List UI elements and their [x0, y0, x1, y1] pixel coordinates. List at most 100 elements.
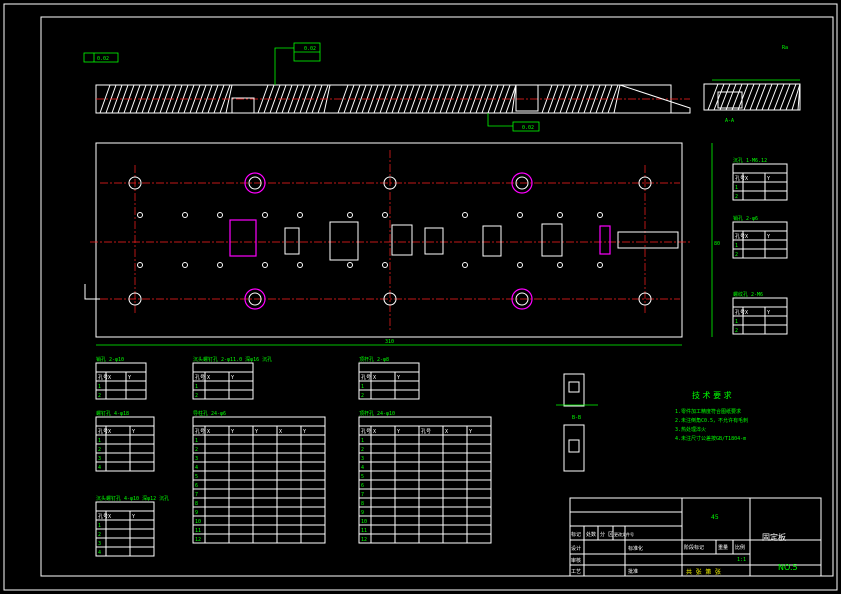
hatch-line [785, 83, 797, 111]
table-title: 沉头螺钉孔 4-φ10 深φ12 沉孔 [96, 495, 169, 502]
hatch-line [749, 83, 761, 111]
hatch-line [761, 83, 773, 111]
table-header: X [445, 429, 448, 435]
tb-scale: 1:1 [737, 557, 746, 563]
tb-row-review: 审核 [571, 557, 581, 564]
tb-header-1: 标记 [571, 531, 581, 538]
pin-hole-bottom [182, 262, 188, 268]
table-header: Y [469, 429, 472, 435]
table-title: 顶杆孔 24-φ10 [359, 410, 395, 417]
table-header: 孔号 [98, 374, 108, 381]
drawing-frame [40, 16, 834, 577]
table-cell: 3 [98, 456, 101, 462]
table-header: X [108, 429, 111, 435]
tb-sheet-info: 共 张 第 张 [686, 568, 721, 576]
pin-hole-top [182, 212, 188, 218]
table-header: Y [767, 310, 770, 316]
table-title: 螺纹孔 2-M6 [733, 291, 763, 298]
table-header: Y [303, 429, 306, 435]
tb-row-design: 设计 [571, 545, 581, 552]
table-cell: 1 [361, 438, 364, 444]
drawing-svg: 0.02 0.02 0.02 Ra A-A 310 80 B-B 技 术 要 求… [3, 3, 838, 591]
gdt-group: 0.02 0.02 0.02 Ra A-A [83, 42, 788, 132]
table-header: X [745, 176, 748, 182]
cad-drawing-canvas: 0.02 0.02 0.02 Ra A-A 310 80 B-B 技 术 要 求… [0, 0, 841, 594]
table-header: Y [132, 514, 135, 520]
pin-hole-bottom [382, 262, 388, 268]
roughness-label: Ra [782, 45, 788, 51]
tb-header-4: 更改文件号 [614, 531, 634, 537]
cavity-pocket [424, 227, 444, 255]
table-cell: 2 [98, 393, 101, 399]
pin-hole-top [347, 212, 353, 218]
section-bb-groove [568, 381, 580, 393]
table-cell: 11 [361, 528, 367, 534]
table-cell: 2 [361, 393, 364, 399]
table-cell: 2 [735, 252, 738, 258]
pin-hole-top [462, 212, 468, 218]
table-cell: 1 [98, 523, 101, 529]
table-header: Y [397, 375, 400, 381]
table-cell: 1 [361, 384, 364, 390]
table-cell: 1 [98, 384, 101, 390]
cavity-pocket [391, 224, 413, 256]
hatch-line [725, 83, 737, 111]
tb-drawing-no: NO.5 [778, 563, 798, 572]
hatch-line [731, 83, 743, 111]
section-hatch [99, 83, 801, 114]
table-cell: 1 [195, 384, 198, 390]
tb-right-header-1: 阶段标记 [684, 544, 704, 551]
table-header: X [373, 375, 376, 381]
table-header: Y [231, 429, 234, 435]
table-title: 螺钉孔 4-φ18 [96, 410, 129, 417]
hatch-line [707, 83, 719, 111]
tech-requirements: 技 术 要 求 1.零件加工精度符合图纸要求 2.未注倒角C0.5，不允许有毛刺… [675, 390, 748, 442]
table-cell: 4 [195, 465, 198, 471]
perp-leader [487, 113, 513, 127]
hatch-line [713, 83, 725, 111]
table-cell: 4 [98, 550, 101, 556]
cavity-pocket [482, 225, 502, 257]
cavity-pocket [229, 219, 257, 257]
table-header: X [745, 234, 748, 240]
parallel-leader [274, 47, 294, 85]
table-cell: 10 [195, 519, 201, 525]
pin-hole-bottom [297, 262, 303, 268]
table-title: 沉孔 1-M6.12 [733, 157, 767, 164]
section-bb-lower [563, 424, 585, 472]
table-header: 孔号 [735, 175, 745, 182]
table-cell: 2 [735, 328, 738, 334]
pin-hole-bottom [517, 262, 523, 268]
table-cell: 2 [98, 447, 101, 453]
section-bb-view: B-B [556, 373, 598, 472]
title-block: 标记 处数 分 区 更改文件号 设计 审核 工艺 标准化 批准 45 阶段标记 … [569, 497, 822, 577]
section-aa-label: A-A [725, 118, 734, 124]
tech-req-line-2: 2.未注倒角C0.5，不允许有毛刺 [675, 417, 748, 424]
tb-drawing-name: 固定板 [762, 532, 786, 542]
pin-hole-top [217, 212, 223, 218]
cavity-pocket [284, 227, 300, 255]
table-header: 孔号 [361, 428, 371, 435]
tb-approve-label: 批准 [628, 568, 638, 575]
cavity-pocket [329, 221, 359, 261]
plate-outline [95, 142, 683, 338]
hatch-line [755, 83, 767, 111]
table-cell: 11 [195, 528, 201, 534]
table-header: 孔号 [735, 309, 745, 316]
table-cell: 1 [735, 319, 738, 325]
table-cell: 8 [361, 501, 364, 507]
table-cell: 4 [98, 465, 101, 471]
table-cell: 6 [195, 483, 198, 489]
table-header: 孔号 [195, 374, 205, 381]
section-bb-outline [563, 373, 585, 407]
pin-hole-bottom [262, 262, 268, 268]
table-cell: 1 [195, 438, 198, 444]
table-cell: 2 [361, 447, 364, 453]
table-cell: 1 [98, 438, 101, 444]
table-cell: 10 [361, 519, 367, 525]
tb-material: 45 [711, 514, 719, 521]
pin-hole-top [382, 212, 388, 218]
table-cell: 2 [735, 194, 738, 200]
hatch-line [719, 83, 731, 111]
table-header: 孔号 [735, 233, 745, 240]
